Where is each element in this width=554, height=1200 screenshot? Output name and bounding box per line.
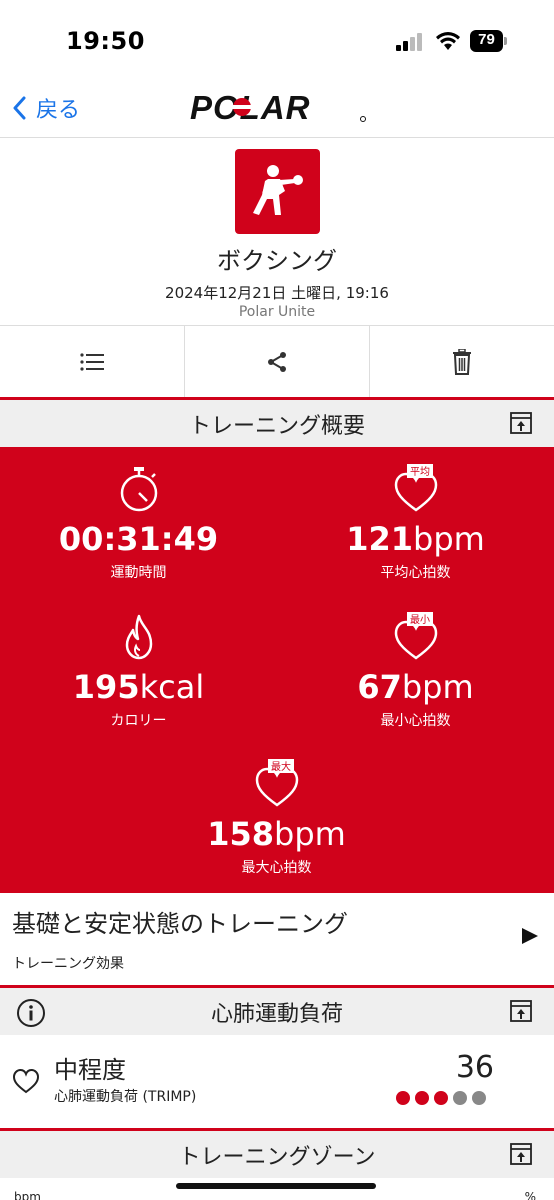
info-icon[interactable]	[16, 998, 46, 1028]
max-hr-metric: 最大 158bpm 最大心拍数	[138, 758, 415, 877]
min-hr-unit: bpm	[401, 668, 474, 706]
calories-metric: 195kcal カロリー	[0, 611, 277, 730]
load-dot	[472, 1091, 486, 1105]
training-summary-header[interactable]: トレーニング概要	[0, 397, 554, 447]
expand-icon[interactable]	[510, 1143, 532, 1165]
cardio-load-value: 36	[455, 1050, 494, 1085]
min-hr-label: 最小心拍数	[380, 713, 451, 729]
nav-bar: 戻る POLAR	[0, 80, 554, 138]
max-hr-label: 最大心拍数	[241, 860, 312, 876]
duration-label: 運動時間	[110, 565, 167, 581]
battery-level: 79	[478, 31, 495, 48]
zones-percent-label: %	[524, 1190, 536, 1200]
trash-icon	[453, 348, 471, 375]
svg-text:最大: 最大	[271, 760, 291, 773]
list-icon	[80, 352, 104, 371]
calories-label: カロリー	[110, 713, 167, 729]
status-time: 19:50	[66, 27, 145, 55]
cardio-load-subtitle: 心肺運動負荷 (TRIMP)	[54, 1089, 197, 1105]
min-hr-metric: 最小 67bpm 最小心拍数	[277, 611, 554, 730]
home-indicator[interactable]	[176, 1183, 376, 1189]
section-title: トレーニングゾーン	[178, 1144, 376, 1170]
avg-hr-value: 121	[346, 520, 413, 558]
stopwatch-icon	[120, 467, 157, 512]
boxing-icon	[235, 149, 320, 234]
chevron-left-icon	[13, 96, 26, 120]
load-dot	[415, 1091, 429, 1105]
heart-avg-icon: 平均	[394, 464, 437, 512]
section-title: 心肺運動負荷	[210, 1001, 343, 1027]
play-arrow-icon[interactable]	[522, 928, 538, 944]
cellular-signal-icon	[396, 33, 426, 51]
avg-hr-metric: 平均 121bpm 平均心拍数	[277, 463, 554, 582]
load-dot	[434, 1091, 448, 1105]
max-hr-value: 158	[207, 815, 274, 853]
flame-icon	[125, 614, 152, 660]
status-bar: 19:50 79	[0, 0, 554, 80]
share-icon	[268, 351, 286, 372]
expand-icon[interactable]	[510, 1000, 532, 1022]
list-button[interactable]	[0, 326, 185, 397]
battery-icon: 79	[470, 30, 508, 52]
training-zones-header[interactable]: トレーニングゾーン	[0, 1128, 554, 1178]
duration-metric: 00:31:49 運動時間	[0, 463, 277, 582]
cardio-load-header[interactable]: 心肺運動負荷	[0, 985, 554, 1035]
duration-value: 00:31:49	[58, 520, 219, 558]
activity-datetime: 2024年12月21日 土曜日, 19:16	[165, 284, 389, 302]
cardio-load-level: 中程度	[54, 1056, 126, 1084]
load-dot	[453, 1091, 467, 1105]
calories-value: 195	[72, 668, 140, 706]
training-benefit-title: 基礎と安定状態のトレーニング	[12, 910, 348, 938]
heart-min-icon: 最小	[394, 612, 437, 660]
activity-source: Polar Unite	[238, 304, 316, 320]
svg-text:最小: 最小	[410, 614, 430, 626]
load-dot	[396, 1091, 410, 1105]
expand-icon[interactable]	[510, 412, 532, 434]
cardio-load-dots	[396, 1091, 486, 1105]
min-hr-value: 67	[357, 668, 402, 706]
training-summary: 00:31:49 運動時間 平均 121bpm 平均心拍数 195kcal カロ…	[0, 447, 554, 893]
training-benefit-subtitle: トレーニング効果	[12, 956, 124, 972]
calories-unit: kcal	[139, 668, 205, 706]
heart-icon	[12, 1068, 40, 1094]
wifi-icon	[436, 32, 460, 50]
back-label: 戻る	[36, 98, 81, 123]
heart-max-icon: 最大	[255, 759, 298, 807]
svg-text:平均: 平均	[410, 466, 430, 478]
back-button[interactable]: 戻る	[12, 92, 80, 124]
polar-logo: POLAR	[190, 92, 366, 124]
section-title: トレーニング概要	[188, 413, 365, 439]
avg-hr-label: 平均心拍数	[380, 565, 451, 581]
action-bar	[0, 325, 554, 397]
zones-bpm-label: bpm	[14, 1190, 41, 1200]
delete-button[interactable]	[370, 326, 554, 397]
max-hr-unit: bpm	[274, 815, 346, 853]
share-button[interactable]	[185, 326, 370, 397]
avg-hr-unit: bpm	[413, 520, 485, 558]
activity-name: ボクシング	[217, 247, 337, 275]
